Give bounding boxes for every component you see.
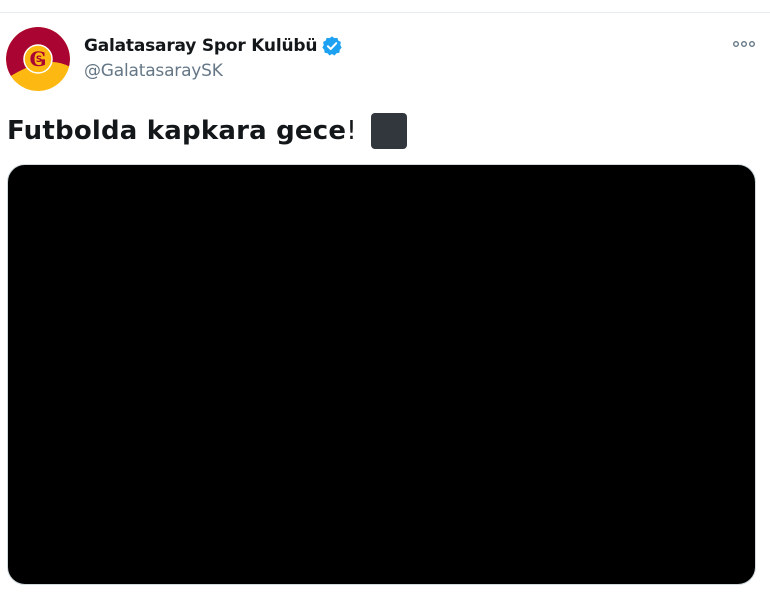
top-divider xyxy=(0,12,770,13)
author-block: Galatasaray Spor Kulübü @GalatasaraySK xyxy=(84,34,343,81)
tweet-text: Futbolda kapkara gece ! xyxy=(7,113,407,149)
tweet-media[interactable] xyxy=(7,164,756,585)
name-row: Galatasaray Spor Kulübü xyxy=(84,34,343,58)
svg-text:S: S xyxy=(36,55,42,65)
tweet-text-main: Futbolda kapkara gece xyxy=(7,116,347,146)
avatar[interactable]: G S xyxy=(6,27,70,91)
user-handle[interactable]: @GalatasaraySK xyxy=(84,61,343,81)
tweet-card: G S Galatasaray Spor Kulübü @Galatasaray… xyxy=(0,0,770,601)
verified-badge-icon xyxy=(321,35,343,57)
black-square-emoji-icon xyxy=(370,113,407,149)
display-name[interactable]: Galatasaray Spor Kulübü xyxy=(84,36,317,56)
tweet-text-suffix: ! xyxy=(346,116,357,146)
more-dots-icon[interactable] xyxy=(732,36,756,52)
galatasaray-logo-icon: G S xyxy=(6,27,70,91)
